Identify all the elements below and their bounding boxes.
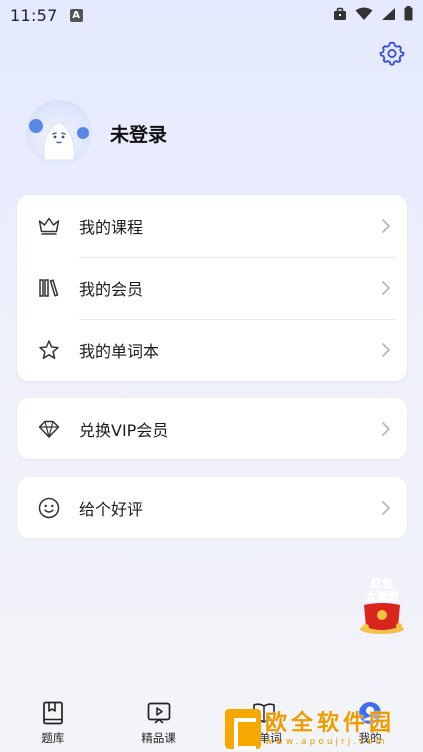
watermark-text: 欧全软件园 www.apoujrj.com <box>265 711 395 747</box>
chevron-right-icon <box>382 343 390 357</box>
chevron-right-icon <box>382 421 390 436</box>
watermark-name: 欧全软件园 <box>265 710 396 736</box>
crown-icon <box>38 217 60 235</box>
red-envelope-promo-button[interactable]: 红包 大派送 <box>356 575 408 635</box>
watermark-url: www.apoujrj.com <box>265 736 388 747</box>
star-icon <box>39 340 59 359</box>
wifi-icon <box>355 7 373 20</box>
settings-button[interactable] <box>379 40 405 66</box>
watermark-overlay: 欧全软件园 www.apoujrj.com <box>225 705 423 752</box>
red-envelope-icon: 红包 大派送 <box>360 576 404 634</box>
status-bar: 11:57 A <box>0 0 423 30</box>
chevron-right-icon <box>382 219 390 233</box>
nav-tab-question-bank[interactable]: 题库 <box>18 700 88 746</box>
books-icon <box>39 279 59 297</box>
diamond-icon <box>38 420 60 438</box>
menu-item-my-wordbook[interactable]: 我的单词本 <box>17 319 407 381</box>
menu-item-label: 给个好评 <box>79 499 144 519</box>
menu-item-my-membership[interactable]: 我的会员 <box>17 257 407 319</box>
promo-text-line2: 大派送 <box>366 589 400 603</box>
battery-icon <box>404 6 413 21</box>
briefcase-icon <box>334 7 346 20</box>
chevron-right-icon <box>382 281 390 295</box>
promo-text-line1: 红包 <box>371 576 393 590</box>
status-time: 11:57 <box>10 5 58 25</box>
menu-card-vip: 兑换VIP会员 <box>17 398 407 459</box>
video-play-icon <box>147 702 170 724</box>
menu-item-rate-app[interactable]: 给个好评 <box>17 477 407 538</box>
nav-label: 题库 <box>41 731 65 745</box>
avatar[interactable] <box>26 100 92 166</box>
nav-tab-premium-courses[interactable]: 精品课 <box>124 700 194 746</box>
gear-icon <box>379 41 405 66</box>
nav-label: 精品课 <box>141 731 176 745</box>
menu-item-label: 我的单词本 <box>79 342 160 361</box>
menu-card-feedback: 给个好评 <box>17 477 407 538</box>
mascot-avatar-icon <box>29 119 89 161</box>
login-status-label[interactable]: 未登录 <box>110 120 167 147</box>
profile-header[interactable]: 未登录 <box>26 100 167 166</box>
watermark-logo-icon <box>225 708 261 750</box>
menu-item-label: 兑换VIP会员 <box>79 420 169 440</box>
notification-icon: A <box>69 8 83 22</box>
smile-icon <box>38 497 60 518</box>
bookmark-book-icon <box>43 701 63 725</box>
signal-icon <box>382 7 395 20</box>
menu-item-my-courses[interactable]: 我的课程 <box>17 195 407 257</box>
menu-item-label: 我的课程 <box>79 218 144 237</box>
menu-item-label: 我的会员 <box>79 280 144 299</box>
chevron-right-icon <box>382 500 390 515</box>
menu-card-main: 我的课程 我的会员 我的单词本 <box>17 195 407 381</box>
status-icons <box>333 6 413 21</box>
menu-item-redeem-vip[interactable]: 兑换VIP会员 <box>17 398 407 459</box>
